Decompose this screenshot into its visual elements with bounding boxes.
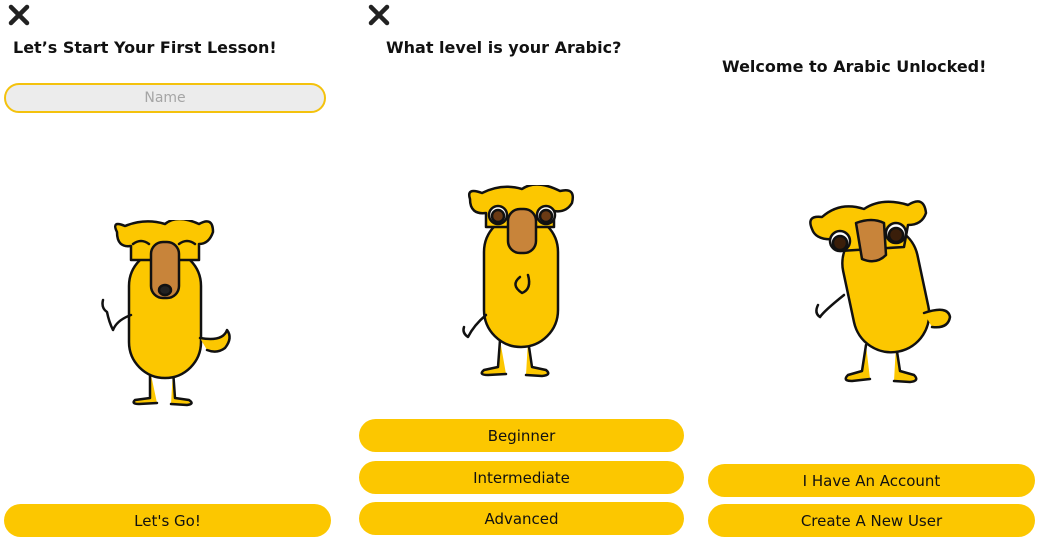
close-button[interactable]: [368, 4, 390, 26]
level-option-intermediate[interactable]: Intermediate: [359, 461, 684, 494]
camel-mascot-thinking: [462, 185, 574, 378]
close-icon: [368, 4, 390, 26]
lets-go-button[interactable]: Let's Go!: [4, 504, 331, 537]
name-input[interactable]: [4, 83, 326, 113]
level-option-beginner[interactable]: Beginner: [359, 419, 684, 452]
close-button[interactable]: [8, 4, 30, 26]
close-icon: [8, 4, 30, 26]
have-account-button[interactable]: I Have An Account: [708, 464, 1035, 497]
create-new-user-button[interactable]: Create A New User: [708, 504, 1035, 537]
page-title: Let’s Start Your First Lesson!: [13, 38, 277, 57]
page-title: Welcome to Arabic Unlocked!: [722, 57, 987, 76]
camel-mascot-waving: [101, 220, 231, 407]
camel-mascot-happy: [809, 200, 952, 384]
page-title: What level is your Arabic?: [386, 38, 622, 57]
level-option-advanced[interactable]: Advanced: [359, 502, 684, 535]
